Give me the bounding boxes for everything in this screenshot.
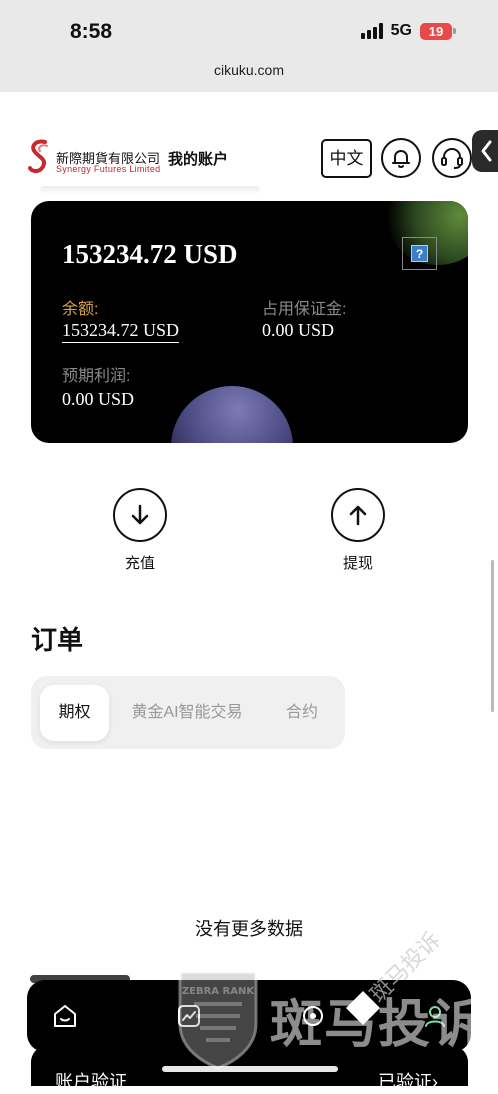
nav-home[interactable]	[51, 1002, 79, 1030]
nav-messages[interactable]	[299, 1002, 327, 1030]
account-balance-card: 153234.72 USD ? 余额: 153234.72 USD 占用保证金:…	[31, 201, 468, 443]
arrow-up-icon	[349, 505, 367, 526]
order-tabs: 期权 黄金AI智能交易 合约	[31, 676, 345, 749]
bottom-navigation	[27, 980, 471, 1052]
total-assets: 153234.72 USD	[62, 239, 238, 269]
status-time: 8:58	[70, 20, 113, 43]
empty-state-text: 没有更多数据	[195, 919, 303, 939]
language-button[interactable]: 中文	[321, 139, 372, 178]
expected-profit-value: 0.00 USD	[62, 389, 135, 409]
address-bar-url[interactable]: cikuku.com	[0, 62, 498, 78]
scrollbar[interactable]	[491, 560, 494, 712]
arrow-down-icon	[131, 504, 149, 525]
withdraw-label: 提现	[342, 555, 373, 572]
app-header: 新際期貨有限公司 Synergy Futures Limited 我的账户 中文	[0, 130, 498, 186]
diamond-icon	[346, 991, 380, 1025]
page-title: 我的账户	[168, 151, 229, 168]
expected-profit-label: 预期利润:	[62, 368, 131, 385]
nav-market[interactable]	[175, 1002, 203, 1030]
home-indicator	[162, 1066, 338, 1072]
company-name-en: Synergy Futures Limited	[56, 164, 161, 174]
withdraw-button[interactable]: 提现	[318, 488, 398, 573]
bell-icon	[392, 150, 410, 168]
battery-icon: 19	[420, 22, 456, 40]
notification-button[interactable]	[381, 138, 421, 178]
verification-status: 已验证›	[378, 1072, 438, 1092]
deposit-label: 充值	[124, 555, 155, 572]
card-decoration	[171, 386, 293, 443]
orders-title: 订单	[31, 625, 84, 655]
balance-label: 余额:	[62, 301, 99, 318]
network-type: 5G	[390, 22, 412, 39]
deposit-button[interactable]: 充值	[100, 488, 180, 573]
signal-icon	[360, 23, 383, 39]
help-icon[interactable]: ?	[402, 237, 437, 270]
home-icon	[54, 1005, 76, 1027]
user-icon	[425, 1006, 445, 1027]
status-bar: 8:58 5G 19 cikuku.com	[0, 0, 498, 92]
tab-gold-ai-trading[interactable]: 黄金AI智能交易	[119, 685, 255, 741]
margin-value: 0.00 USD	[262, 320, 335, 340]
nav-center[interactable]	[343, 988, 383, 1028]
verification-label: 账户验证	[55, 1072, 127, 1092]
status-indicators: 5G 19	[360, 22, 456, 40]
nav-profile[interactable]	[421, 1002, 449, 1030]
headset-icon	[441, 147, 463, 169]
company-logo-icon	[28, 139, 48, 173]
chevron-left-icon	[481, 140, 492, 162]
customer-service-button[interactable]	[432, 138, 472, 178]
balance-value[interactable]: 153234.72 USD	[62, 320, 180, 343]
tab-contracts[interactable]: 合约	[269, 685, 335, 741]
tab-options[interactable]: 期权	[40, 685, 109, 741]
chart-icon	[178, 1005, 200, 1027]
header-divider	[40, 186, 260, 194]
battery-level: 19	[420, 22, 452, 40]
side-drawer-tab[interactable]	[472, 130, 498, 172]
margin-label: 占用保证金:	[262, 301, 347, 318]
message-icon	[303, 1006, 323, 1026]
